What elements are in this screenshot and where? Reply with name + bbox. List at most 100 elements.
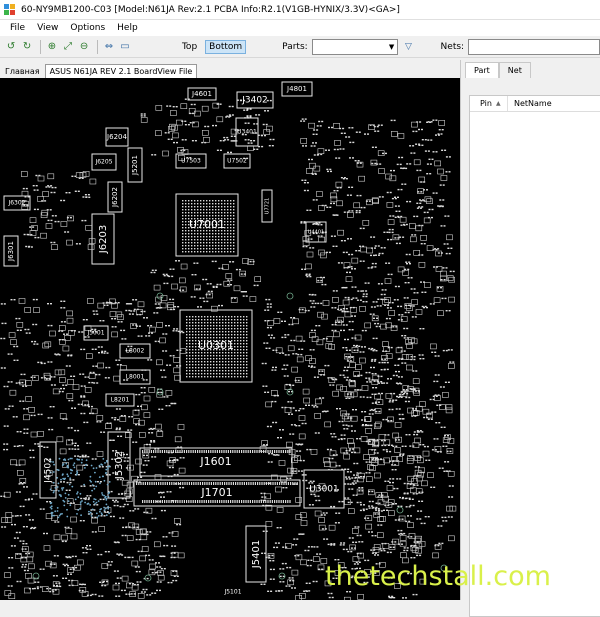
smd-pad: [61, 540, 64, 543]
small-component-outline: [265, 520, 273, 527]
smd-pad: [368, 505, 371, 507]
component-label[interactable]: U3401: [237, 129, 257, 136]
component-label[interactable]: J5401: [251, 540, 262, 569]
component-label[interactable]: J6204: [106, 133, 127, 141]
via: [63, 504, 66, 507]
column-header-pin[interactable]: Pin ▲: [470, 96, 508, 111]
rotate-left-icon[interactable]: ↺: [4, 39, 18, 55]
bga-pad: [206, 200, 208, 202]
small-component-outline: [44, 341, 52, 348]
zoom-fit-icon[interactable]: ⤢: [61, 39, 75, 55]
connector-pin: [199, 482, 201, 485]
smd-pad: [137, 405, 139, 407]
smd-pad: [437, 355, 440, 357]
small-component-outline: [385, 353, 393, 359]
smd-pad: [269, 578, 272, 580]
component-label[interactable]: U7721: [265, 198, 271, 214]
component-label[interactable]: L8001: [126, 374, 145, 381]
mirror-icon[interactable]: ⇔: [102, 39, 116, 55]
filter-icon[interactable]: ▽: [402, 40, 414, 54]
smd-pad: [327, 592, 330, 595]
tab-home[interactable]: Главная: [2, 65, 43, 78]
smd-pad: [302, 408, 305, 410]
flip-icon[interactable]: ▭: [118, 39, 132, 55]
component-label[interactable]: U7503: [181, 158, 201, 165]
smd-pad: [306, 189, 309, 192]
parts-dropdown[interactable]: ▼: [311, 38, 399, 55]
menu-file[interactable]: File: [4, 23, 31, 33]
smd-pad: [78, 177, 81, 179]
small-component-outline: [66, 310, 73, 317]
component-label[interactable]: U3001: [309, 485, 339, 495]
component-label[interactable]: J5201: [131, 155, 139, 176]
smd-pad: [317, 302, 320, 305]
smd-pad: [408, 520, 411, 523]
component-label[interactable]: J1601: [199, 455, 231, 468]
tab-boardview-file[interactable]: ASUS N61JA REV 2.1 BoardView File: [44, 64, 198, 78]
smd-pad: [151, 456, 154, 458]
smd-pad: [139, 581, 142, 583]
pcb-drawing[interactable]: J4601 J3402 J4801 U3401 J6204 J6205 J5201 U7503…: [0, 78, 460, 600]
smd-pad: [204, 125, 207, 128]
component-label[interactable]: J4601: [191, 90, 212, 98]
component-label[interactable]: L8002: [126, 348, 145, 355]
smd-pad: [169, 268, 172, 270]
smd-pad: [247, 142, 250, 144]
component-label[interactable]: J6202: [111, 187, 119, 208]
menu-options[interactable]: Options: [64, 23, 111, 33]
component-label[interactable]: J5001: [86, 330, 104, 337]
small-component-outline: [300, 559, 307, 566]
component-label[interactable]: U4401: [308, 230, 324, 236]
nets-input[interactable]: [468, 38, 600, 55]
rotate-right-icon[interactable]: ↻: [20, 39, 34, 55]
bga-pad: [186, 322, 188, 324]
via: [67, 458, 70, 461]
smd-pad: [358, 250, 361, 252]
bottom-side-button[interactable]: Bottom: [205, 39, 247, 54]
smd-pad: [354, 451, 356, 454]
component-label[interactable]: J6205: [94, 159, 112, 166]
component-label[interactable]: U7001: [189, 218, 225, 231]
zoom-in-icon[interactable]: ⊕: [45, 39, 59, 55]
bga-pad: [216, 352, 218, 354]
component-label[interactable]: U0301: [198, 339, 234, 352]
menu-help[interactable]: Help: [111, 23, 144, 33]
smd-pad: [339, 408, 341, 410]
top-side-button[interactable]: Top: [178, 40, 201, 54]
component-label[interactable]: J6301: [7, 241, 15, 262]
board-canvas[interactable]: J4601 J3402 J4801 U3401 J6204 J6205 J5201 U7503…: [0, 78, 460, 600]
component-label[interactable]: L8201: [111, 397, 130, 404]
connector-pin: [285, 450, 287, 453]
smd-pad: [172, 268, 175, 270]
small-component-outline: [60, 221, 68, 227]
tab-net[interactable]: Net: [498, 62, 531, 78]
smd-pad: [50, 219, 53, 222]
via: [66, 473, 69, 476]
smd-pad: [403, 549, 406, 552]
menu-view[interactable]: View: [31, 23, 64, 33]
small-component-outline: [273, 318, 281, 324]
smd-pad: [173, 402, 176, 405]
component-label[interactable]: J6302: [7, 200, 25, 207]
pin-net-table[interactable]: Pin ▲ NetName: [469, 95, 600, 617]
column-header-netname[interactable]: NetName: [508, 99, 552, 108]
small-component-outline: [414, 437, 421, 444]
bga-pad: [204, 361, 206, 363]
component-label[interactable]: J4801: [286, 85, 307, 93]
component-label[interactable]: J3402: [241, 96, 268, 106]
smd-pad: [313, 546, 316, 548]
bga-pad: [222, 328, 224, 330]
smd-pad: [378, 361, 381, 364]
component-label[interactable]: J5101: [223, 589, 241, 596]
component-label[interactable]: J1701: [200, 486, 232, 499]
bga-pad: [225, 316, 227, 318]
component-label[interactable]: J5302: [114, 451, 125, 480]
component-label[interactable]: U7502: [227, 158, 247, 165]
tab-part[interactable]: Part: [465, 62, 499, 78]
smd-pad: [391, 595, 394, 598]
smd-pad: [405, 434, 408, 436]
component-label[interactable]: J6203: [98, 225, 109, 254]
component-label[interactable]: J4502: [44, 457, 54, 484]
smd-pad: [348, 476, 351, 478]
zoom-out-icon[interactable]: ⊖: [77, 39, 91, 55]
